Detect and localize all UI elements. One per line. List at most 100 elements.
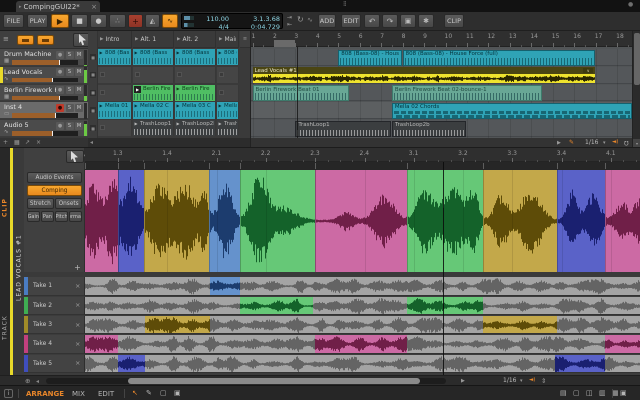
record-arm-button[interactable]: ● xyxy=(56,68,64,76)
volume-fader-handle[interactable] xyxy=(59,96,61,101)
file-button[interactable]: FILE xyxy=(3,14,24,28)
play-menu-button[interactable]: PLAY xyxy=(27,14,48,28)
volume-fader[interactable] xyxy=(12,96,78,101)
device-panel-icon[interactable]: ◫ xyxy=(586,389,593,397)
arranger-clip[interactable]: Mella 02 Chords xyxy=(392,103,632,119)
take-comp-region[interactable] xyxy=(118,355,145,372)
add-track-icon[interactable]: + xyxy=(3,139,8,146)
editor-follow-icon[interactable]: ▶ xyxy=(461,378,465,384)
layout-grid-icon[interactable]: ⁞⁞ xyxy=(343,0,345,8)
track-stop-button[interactable]: ■ xyxy=(90,90,96,96)
track-stop-button[interactable]: ■ xyxy=(90,72,96,78)
comp-region-boundary[interactable] xyxy=(209,163,210,169)
solo-button[interactable]: S xyxy=(66,104,74,112)
editor-ruler[interactable]: 1.31.42.12.22.32.43.13.23.33.44.1 xyxy=(85,148,640,162)
eraser-tool-icon[interactable]: ▣ xyxy=(174,389,181,397)
track-stop-button[interactable]: ■ xyxy=(90,107,96,113)
side-tab-track[interactable]: TRACK xyxy=(0,298,10,358)
loop-icon[interactable]: ↻ xyxy=(297,15,304,24)
automation-follow-button[interactable]: ∿ xyxy=(162,14,178,28)
comp-region-boundary[interactable] xyxy=(407,163,408,169)
launcher-scroll-left-icon[interactable]: ◂ xyxy=(90,139,93,146)
scene-play-icon[interactable]: ▶ xyxy=(219,37,222,42)
punch-out-icon[interactable]: ⇤ xyxy=(287,21,292,28)
comp-region-boundary[interactable] xyxy=(144,163,145,169)
object-tool-icon[interactable]: ▢ xyxy=(160,389,167,397)
launcher-clip[interactable]: ▶Trash xyxy=(217,120,239,136)
volume-fader[interactable] xyxy=(12,113,78,118)
dual-display-icon[interactable]: ▣ xyxy=(620,389,627,397)
clip-slot[interactable] xyxy=(98,120,132,136)
comp-segment[interactable] xyxy=(118,170,144,272)
panel-button-audio-events[interactable]: Audio Events xyxy=(27,172,82,183)
comp-region-boundary[interactable] xyxy=(605,163,606,169)
clip-slot[interactable] xyxy=(217,67,239,83)
panel-button-formant[interactable]: Formant xyxy=(69,211,82,222)
record-button[interactable]: ● xyxy=(90,14,107,28)
panel-button-gain[interactable]: Gain xyxy=(27,211,40,222)
loop-wave-icon[interactable]: ∿ xyxy=(307,16,313,24)
arranger-clip[interactable]: TrashLoop2b xyxy=(392,121,467,137)
track-row[interactable]: Lead Vocals●SM∿ xyxy=(0,67,88,84)
browser-panel-icon[interactable]: ▤ xyxy=(560,389,567,397)
take-header[interactable]: Take 5× xyxy=(24,355,85,373)
comp-region-boundary[interactable] xyxy=(118,163,119,169)
view-button-arrange[interactable]: ARRANGE xyxy=(26,390,64,398)
volume-fader[interactable] xyxy=(12,131,78,136)
scene-header[interactable]: ▶Main xyxy=(217,31,239,48)
expand-icon[interactable]: ↗ xyxy=(25,139,30,146)
undo-button[interactable]: ↶ xyxy=(364,14,380,28)
comp-segment[interactable] xyxy=(144,170,209,272)
mixer-panel-icon[interactable]: ▥ xyxy=(599,389,606,397)
clip-slot[interactable] xyxy=(175,67,216,83)
mute-button[interactable]: M xyxy=(75,51,83,59)
clip-menu-button[interactable]: CLIP xyxy=(444,14,464,28)
solo-button[interactable]: S xyxy=(66,122,74,130)
panel-button-stretch[interactable]: Stretch xyxy=(27,198,54,209)
solo-button[interactable]: S xyxy=(66,68,74,76)
launcher-clip[interactable]: ▶808 (Bass xyxy=(133,49,174,65)
track-row[interactable]: Inst 4●SM▭ xyxy=(0,102,88,119)
editor-cursor-tool-button[interactable] xyxy=(66,150,84,163)
take-remove-icon[interactable]: × xyxy=(75,359,80,367)
take-comp-region[interactable] xyxy=(555,355,605,372)
comp-region-header[interactable] xyxy=(85,162,640,170)
take-lane[interactable] xyxy=(85,297,640,315)
arranger-clip[interactable]: TrashLoop1 xyxy=(295,121,391,137)
inspector-panel-icon[interactable]: ▢ xyxy=(573,389,580,397)
take-comp-region[interactable] xyxy=(605,335,640,352)
comp-segment[interactable] xyxy=(557,170,605,272)
comp-region-boundary[interactable] xyxy=(315,163,316,169)
follow-playhead-icon[interactable]: ▶ xyxy=(557,140,561,146)
groove-button[interactable]: ∴ xyxy=(109,14,126,28)
duplicate-button[interactable]: ▣ xyxy=(400,14,416,28)
comp-segment[interactable] xyxy=(483,170,557,272)
take-lane[interactable] xyxy=(85,355,640,373)
comp-segment[interactable] xyxy=(407,170,483,272)
editor-hscrollbar-thumb[interactable] xyxy=(128,378,420,384)
comp-region-boundary[interactable] xyxy=(483,163,484,169)
arranger-vscrollbar[interactable]: ▾ xyxy=(632,31,640,148)
scene-header[interactable]: ▶Intro xyxy=(98,31,132,48)
take-lane[interactable] xyxy=(85,335,640,353)
launcher-clip[interactable]: ▶808 (B xyxy=(217,49,239,65)
scene-play-icon[interactable]: ▶ xyxy=(100,37,103,42)
mute-button[interactable]: M xyxy=(75,104,83,112)
clip-fold-button[interactable]: ∨ xyxy=(583,68,593,74)
launcher-clip[interactable]: ▶808 (Bas xyxy=(98,49,132,65)
take-comp-region[interactable] xyxy=(407,297,483,314)
comp-region-boundary[interactable] xyxy=(85,163,86,169)
editor-scroll-left-icon[interactable]: ◂ xyxy=(36,378,39,385)
editor-fold-icon[interactable]: ⇕ xyxy=(541,377,546,385)
time-display[interactable]: 0:04.729 xyxy=(232,23,280,30)
take-header[interactable]: Take 1× xyxy=(24,277,85,295)
delete-icon[interactable]: × xyxy=(36,139,41,146)
editor-snap-value[interactable]: 1/16 xyxy=(503,377,516,384)
launcher-clip[interactable]: ▶TrashLoop2b xyxy=(175,120,216,136)
panel-button-pitch[interactable]: Pitch xyxy=(55,211,68,222)
take-lane[interactable] xyxy=(85,316,640,334)
comp-segment[interactable] xyxy=(240,170,315,272)
editor-snap-dropdown-icon[interactable]: ▾ xyxy=(520,378,523,384)
scene-play-icon[interactable]: ▶ xyxy=(177,37,180,42)
mute-button[interactable]: M xyxy=(75,68,83,76)
